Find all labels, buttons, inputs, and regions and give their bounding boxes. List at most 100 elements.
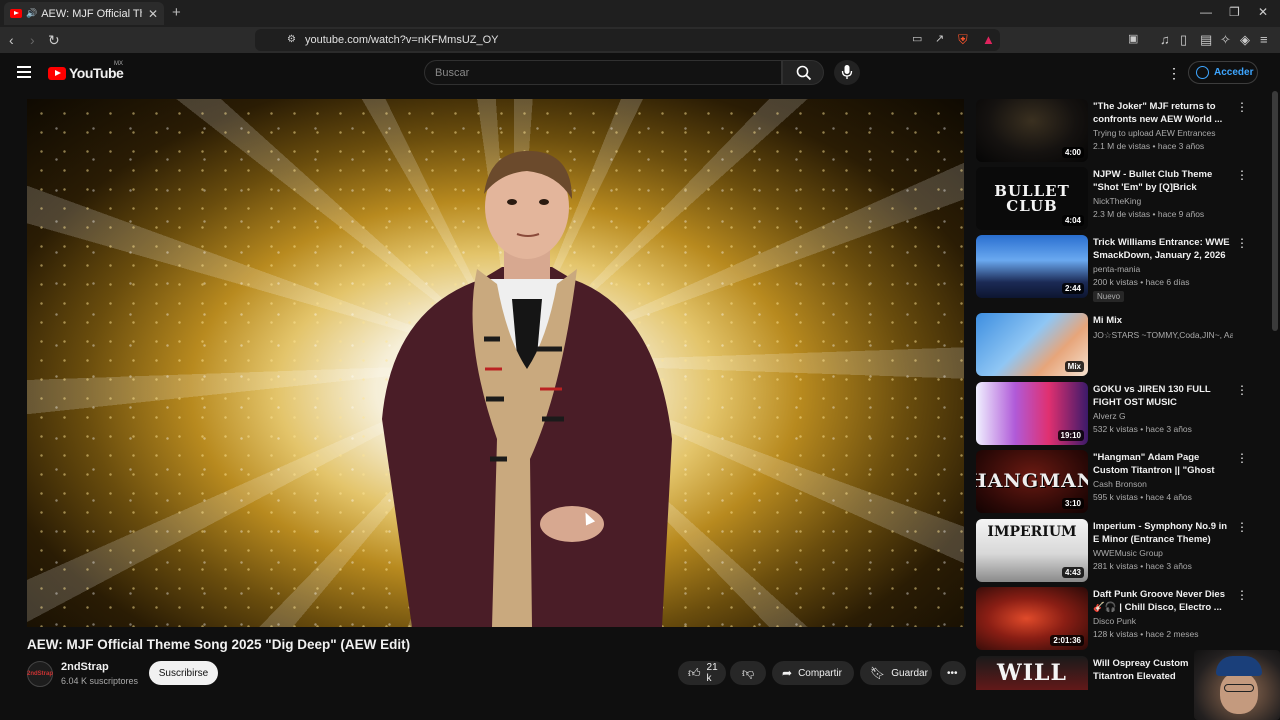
video-duration: Mix — [1064, 361, 1084, 372]
recommendation-title[interactable]: Daft Punk Groove Never Dies 🎸🎧 | Chill D… — [1093, 588, 1231, 614]
share-icon: ➦ — [782, 666, 793, 680]
recommendation-channel[interactable]: penta-mania — [1093, 264, 1233, 274]
video-thumbnail[interactable]: WILL — [976, 656, 1088, 690]
more-options-icon[interactable]: ⋮ — [1236, 100, 1248, 114]
recommendation-title[interactable]: NJPW - Bullet Club Theme "Shot 'Em" by [… — [1093, 168, 1231, 194]
signin-label: Acceder — [1214, 67, 1254, 78]
search-icon — [796, 65, 812, 81]
browser-tab[interactable]: 🔊 AEW: MJF Official Theme Son ✕ — [4, 2, 164, 25]
leo-ai-icon[interactable]: ✧ — [1220, 32, 1231, 48]
minimize-icon[interactable]: — — [1200, 5, 1212, 19]
recommendation-title[interactable]: "The Joker" MJF returns to confronts new… — [1093, 100, 1231, 126]
channel-avatar[interactable]: 2ndStrap — [27, 661, 53, 687]
speaker-icon[interactable]: 🔊 — [26, 8, 37, 19]
video-thumbnail[interactable]: 2:44 — [976, 235, 1088, 298]
recommendation-item[interactable]: 2:01:36 Daft Punk Groove Never Dies 🎸🎧 |… — [976, 587, 1266, 651]
recommendation-title[interactable]: Imperium - Symphony No.9 in E Minor (Ent… — [1093, 520, 1231, 546]
microphone-icon — [841, 65, 853, 79]
recommendation-item[interactable]: BULLET CLUB 4:04 NJPW - Bullet Club Them… — [976, 167, 1266, 231]
cast-icon[interactable]: ▭ — [912, 32, 922, 45]
recommendation-channel[interactable]: WWEMusic Group — [1093, 548, 1233, 558]
more-options-icon[interactable]: ⋮ — [1236, 588, 1248, 602]
scrollbar-thumb[interactable] — [1272, 91, 1278, 331]
close-tab-icon[interactable]: ✕ — [148, 7, 158, 21]
menu-icon[interactable]: ≡ — [1260, 32, 1268, 47]
recommendation-channel[interactable]: Trying to upload AEW Entrances — [1093, 128, 1233, 138]
search-input[interactable]: Buscar — [424, 60, 782, 85]
hamburger-menu-icon[interactable] — [17, 66, 31, 78]
recommendation-item[interactable]: HANGMAN 3:10 "Hangman" Adam Page Custom … — [976, 450, 1266, 514]
bookmark-save-icon: 🔖︎ — [870, 666, 886, 680]
signin-button[interactable]: Acceder — [1188, 61, 1258, 84]
url-text[interactable]: youtube.com/watch?v=nKFMmsUZ_OY — [305, 34, 499, 46]
video-thumbnail[interactable]: 4:00 — [976, 99, 1088, 162]
channel-name[interactable]: 2ndStrap — [61, 661, 109, 673]
browser-tab-bar: 🔊 AEW: MJF Official Theme Son ✕ + — ❐ ✕ — [0, 0, 1280, 27]
video-thumbnail[interactable]: BULLET CLUB 4:04 — [976, 167, 1088, 230]
share-button[interactable]: ➦ Compartir — [772, 661, 854, 685]
video-duration: 19:10 — [1057, 430, 1084, 441]
recommendation-title[interactable]: Mi Mix — [1093, 314, 1231, 327]
recommendation-channel[interactable]: NickTheKing — [1093, 196, 1233, 206]
settings-more-icon[interactable]: ⋮ — [1167, 65, 1181, 82]
subscriber-count: 6.04 K suscriptores — [61, 676, 139, 686]
recommendation-item[interactable]: 19:10 GOKU vs JIREN 130 FULL FIGHT OST M… — [976, 382, 1266, 446]
reader-icon[interactable]: ▯ — [1180, 32, 1187, 48]
video-thumbnail[interactable]: 2:01:36 — [976, 587, 1088, 650]
recommendation-title[interactable]: GOKU vs JIREN 130 FULL FIGHT OST MUSIC S… — [1093, 383, 1231, 409]
video-thumbnail[interactable]: IMPERIUM 4:43 — [976, 519, 1088, 582]
youtube-favicon-icon — [10, 9, 22, 18]
recommendation-title[interactable]: "Hangman" Adam Page Custom Titantron || … — [1093, 451, 1231, 477]
site-settings-icon[interactable]: ⚙ — [287, 34, 296, 45]
recommendation-title[interactable]: Trick Williams Entrance: WWE SmackDown, … — [1093, 236, 1231, 262]
video-thumbnail[interactable]: HANGMAN 3:10 — [976, 450, 1088, 513]
recommendation-item[interactable]: 4:00 "The Joker" MJF returns to confront… — [976, 99, 1266, 163]
reload-icon[interactable]: ↻ — [48, 32, 60, 49]
video-duration: 3:10 — [1061, 498, 1084, 509]
recommendation-channel[interactable]: Cash Bronson — [1093, 479, 1233, 489]
sidebar-panel-icon[interactable]: ▣ — [1128, 32, 1138, 45]
recommendation-item[interactable]: IMPERIUM 4:43 Imperium - Symphony No.9 i… — [976, 519, 1266, 583]
like-button[interactable]: 👍︎ 21 k — [678, 661, 726, 685]
dislike-button[interactable]: 👎︎ — [730, 661, 766, 685]
more-options-icon[interactable]: ⋮ — [1236, 168, 1248, 182]
search-button[interactable] — [782, 60, 824, 85]
brave-shield-icon[interactable]: ⛨ — [958, 32, 968, 48]
more-options-icon[interactable]: ⋮ — [1236, 520, 1248, 534]
more-horizontal-icon: ••• — [947, 667, 958, 679]
music-icon[interactable]: ♫ — [1160, 32, 1170, 47]
recommendation-channel[interactable]: Alverz G — [1093, 411, 1233, 421]
vpn-icon[interactable]: ◈ — [1240, 32, 1250, 48]
recommendation-channel[interactable]: JO☆STARS ~TOMMY,Coda,JIN~, Aaron ... — [1093, 330, 1233, 341]
forward-icon[interactable]: › — [30, 32, 35, 48]
recommendation-meta: 532 k vistas • hace 3 años — [1093, 424, 1192, 434]
recommendation-item[interactable]: 2:44 Trick Williams Entrance: WWE SmackD… — [976, 235, 1266, 302]
share-label: Compartir — [798, 667, 842, 679]
subscribe-button[interactable]: Suscribirse — [149, 661, 218, 685]
video-thumbnail[interactable]: Mix — [976, 313, 1088, 376]
rewards-icon[interactable]: ▲ — [982, 32, 995, 47]
new-tab-icon[interactable]: + — [172, 4, 181, 21]
new-badge: Nuevo — [1093, 291, 1125, 302]
webcam-glasses — [1224, 684, 1254, 692]
maximize-icon[interactable]: ❐ — [1229, 5, 1240, 19]
video-player[interactable] — [27, 99, 964, 627]
video-thumbnail[interactable]: 19:10 — [976, 382, 1088, 445]
voice-search-button[interactable] — [834, 60, 860, 85]
save-button[interactable]: 🔖︎ Guardar — [860, 661, 932, 685]
back-icon[interactable]: ‹ — [9, 32, 14, 48]
close-window-icon[interactable]: ✕ — [1258, 5, 1268, 19]
wallet-icon[interactable]: ▤ — [1200, 32, 1212, 48]
more-options-icon[interactable]: ⋮ — [1236, 383, 1248, 397]
youtube-play-icon — [48, 66, 66, 80]
recommendation-meta: 128 k vistas • hace 2 meses — [1093, 629, 1199, 639]
recommendation-meta: 200 k vistas • hace 6 días — [1093, 277, 1190, 287]
recommendation-channel[interactable]: Disco Punk — [1093, 616, 1233, 626]
more-actions-button[interactable]: ••• — [940, 661, 966, 685]
recommendation-item[interactable]: Mix Mi Mix JO☆STARS ~TOMMY,Coda,JIN~, Aa… — [976, 313, 1266, 377]
more-options-icon[interactable]: ⋮ — [1236, 236, 1248, 250]
more-options-icon[interactable]: ⋮ — [1236, 451, 1248, 465]
webcam-face — [1220, 672, 1258, 714]
youtube-logo[interactable]: YouTube MX — [48, 61, 124, 81]
share-page-icon[interactable]: ↗ — [935, 32, 944, 45]
